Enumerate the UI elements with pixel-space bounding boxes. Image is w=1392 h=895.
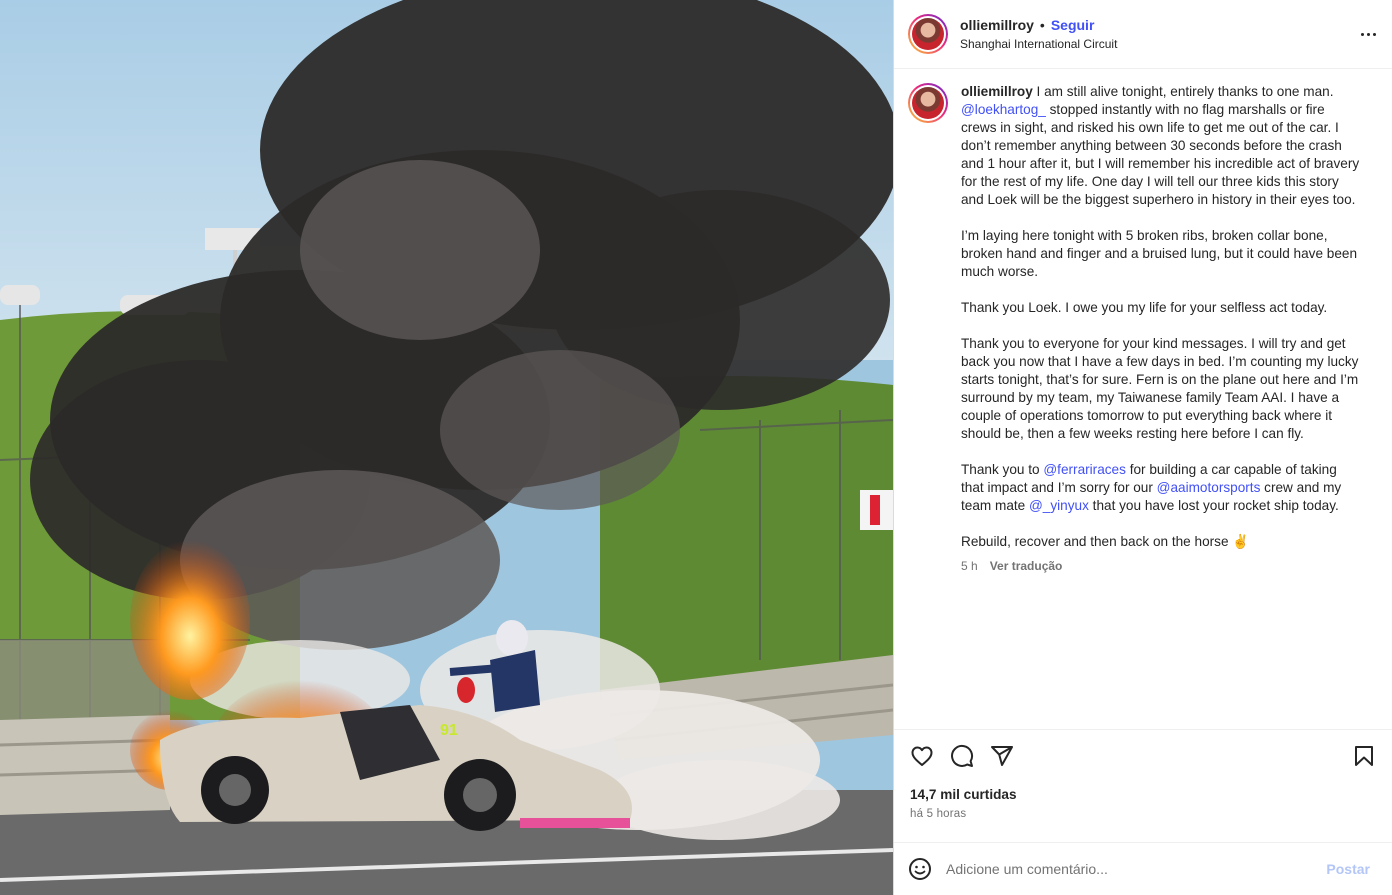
svg-text:91: 91 xyxy=(440,722,458,739)
location-link[interactable]: Shanghai International Circuit xyxy=(960,37,1117,51)
follow-button[interactable]: Seguir xyxy=(1051,17,1095,33)
mention-link[interactable]: @_yinyux xyxy=(1029,498,1089,513)
mention-link[interactable]: @aaimotorsports xyxy=(1157,480,1261,495)
caption-avatar[interactable] xyxy=(908,83,948,123)
share-icon[interactable] xyxy=(990,744,1014,768)
avatar-image xyxy=(912,87,944,119)
heart-icon[interactable] xyxy=(910,744,934,768)
caption-paragraph: Thank you Loek. I owe you my life for yo… xyxy=(961,300,1328,315)
caption-paragraph: Thank you to everyone for your kind mess… xyxy=(961,336,1359,441)
caption-text-segment: stopped instantly with no flag marshalls… xyxy=(961,102,1360,207)
caption-meta: 5 h Ver tradução xyxy=(961,557,1361,575)
likes-count[interactable]: 14,7 mil curtidas xyxy=(894,781,1392,802)
mention-link[interactable]: @loekhartog_ xyxy=(961,102,1046,117)
emoji-icon[interactable] xyxy=(908,857,932,881)
bookmark-icon[interactable] xyxy=(1352,744,1376,768)
add-comment-bar: Postar xyxy=(894,842,1392,895)
caption-text-segment: that you have lost your rocket ship toda… xyxy=(1088,498,1339,513)
comment-input[interactable] xyxy=(946,861,1327,877)
caption-paragraph: olliemillroy I am still alive tonight, e… xyxy=(961,83,1361,209)
avatar[interactable] xyxy=(908,14,948,54)
comment-icon[interactable] xyxy=(950,744,974,768)
caption-paragraph: Rebuild, recover and then back on the ho… xyxy=(961,534,1250,549)
caption-text: olliemillroy I am still alive tonight, e… xyxy=(961,83,1361,575)
caption-paragraph: I’m laying here tonight with 5 broken ri… xyxy=(961,228,1358,279)
post-caption: olliemillroy I am still alive tonight, e… xyxy=(908,83,1378,575)
caption-paragraph: Thank you to @ferrariraces for building … xyxy=(961,461,1361,515)
caption-text-segment: Thank you to xyxy=(961,462,1044,477)
comments-section[interactable]: olliemillroy I am still alive tonight, e… xyxy=(894,69,1392,729)
more-options-icon[interactable] xyxy=(1356,22,1380,46)
instagram-post: 91 olliemillroy • Seguir Shanghai Intern… xyxy=(0,0,1392,895)
post-side-panel: olliemillroy • Seguir Shanghai Internati… xyxy=(893,0,1392,895)
separator-dot: • xyxy=(1039,17,1045,33)
action-bar xyxy=(894,729,1392,781)
post-comment-button[interactable]: Postar xyxy=(1326,861,1370,877)
translate-button[interactable]: Ver tradução xyxy=(990,559,1063,573)
post-timestamp[interactable]: há 5 horas xyxy=(894,802,1392,820)
burning-race-car-image: 91 xyxy=(0,0,893,895)
header-username[interactable]: olliemillroy xyxy=(960,17,1034,33)
caption-text-segment: I am still alive tonight, entirely thank… xyxy=(1032,84,1334,99)
avatar-image xyxy=(912,18,944,50)
caption-age[interactable]: 5 h xyxy=(961,559,978,573)
caption-username[interactable]: olliemillroy xyxy=(961,84,1033,99)
post-header: olliemillroy • Seguir Shanghai Internati… xyxy=(894,0,1392,69)
mention-link[interactable]: @ferrariraces xyxy=(1043,462,1126,477)
post-photo[interactable]: 91 xyxy=(0,0,893,895)
